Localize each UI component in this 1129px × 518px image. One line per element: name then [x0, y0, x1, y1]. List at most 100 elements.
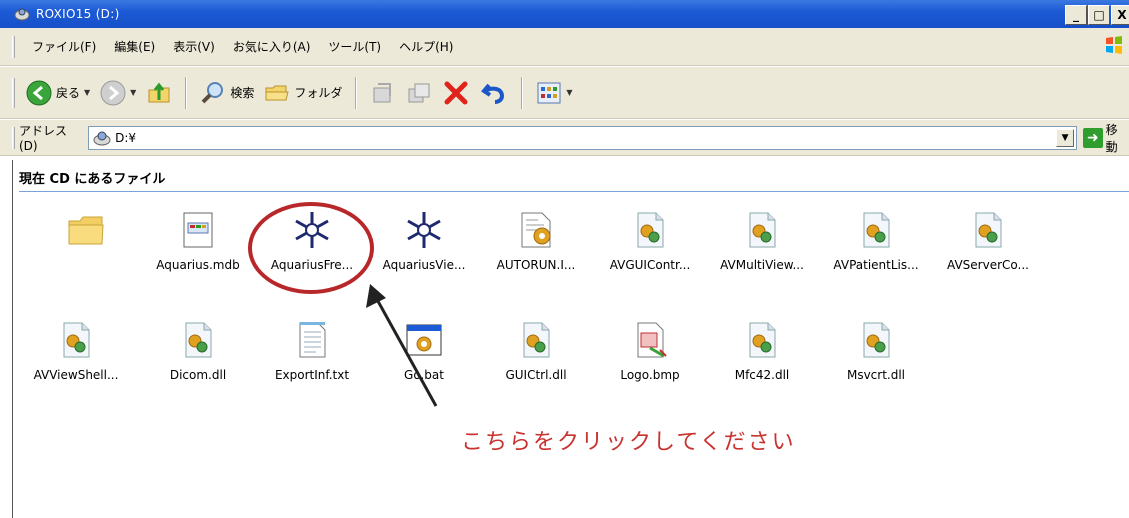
- undo-icon: [481, 83, 505, 104]
- file-item[interactable]: AVPatientLis...: [820, 210, 932, 290]
- address-dropdown-button[interactable]: ▼: [1056, 128, 1075, 147]
- window-title: ROXIO15 (D:): [36, 7, 120, 21]
- address-bar: アドレス(D) D:¥ ▼ ➜ 移動: [0, 120, 1129, 156]
- views-button[interactable]: ▼: [531, 75, 577, 111]
- dll-file-icon: [856, 320, 896, 360]
- close-button[interactable]: X: [1111, 5, 1129, 25]
- menu-help[interactable]: ヘルプ(H): [390, 38, 462, 55]
- menu-view[interactable]: 表示(V): [164, 38, 224, 55]
- toolbar-separator: [521, 76, 524, 109]
- file-name-label: AVServerCo...: [947, 258, 1029, 272]
- dll-file-icon: [516, 320, 556, 360]
- toolbar-separator: [185, 76, 188, 109]
- search-button[interactable]: 検索: [195, 75, 259, 111]
- database-file-icon: [178, 210, 218, 250]
- move-to-icon: [373, 82, 392, 102]
- file-name-label: Msvcrt.dll: [846, 368, 906, 382]
- bitmap-file-icon: [630, 320, 670, 360]
- views-icon: [537, 82, 561, 103]
- menu-edit[interactable]: 編集(E): [105, 38, 164, 55]
- file-item[interactable]: Logo.bmp: [594, 320, 706, 400]
- dll-file-icon: [630, 210, 670, 250]
- file-item[interactable]: AVGUIContr...: [594, 210, 706, 290]
- forward-button[interactable]: ▼: [95, 75, 141, 111]
- file-name-label: AVPatientLis...: [833, 258, 919, 272]
- cd-drive-icon: [14, 8, 30, 21]
- move-to-button[interactable]: [365, 75, 401, 111]
- file-item[interactable]: AVMultiView...: [706, 210, 818, 290]
- copy-to-button[interactable]: [401, 75, 437, 111]
- views-dropdown-icon[interactable]: ▼: [566, 88, 572, 97]
- forward-dropdown-icon[interactable]: ▼: [130, 88, 136, 97]
- address-input[interactable]: D:¥ ▼: [88, 125, 1078, 150]
- address-grip[interactable]: [12, 126, 15, 149]
- menu-tools[interactable]: ツール(T): [319, 38, 390, 55]
- cd-drive-icon: [93, 131, 111, 145]
- dll-file-icon: [856, 210, 896, 250]
- highlight-circle: [248, 202, 374, 294]
- menu-file[interactable]: ファイル(F): [23, 38, 105, 55]
- file-item[interactable]: AVServerCo...: [932, 210, 1044, 290]
- file-item[interactable]: Dicom.dll: [142, 320, 254, 400]
- up-folder-button[interactable]: [141, 75, 177, 111]
- folders-label: フォルダ: [294, 86, 343, 100]
- dll-file-icon: [968, 210, 1008, 250]
- file-name-label: AquariusVie...: [382, 258, 466, 272]
- file-item[interactable]: Aquarius.mdb: [142, 210, 254, 290]
- go-label: 移動: [1105, 122, 1118, 154]
- instruction-annotation: こちらをクリックしてください: [461, 430, 796, 455]
- menu-grip[interactable]: [12, 35, 15, 58]
- folders-icon: [265, 85, 289, 100]
- aquarius-app-icon: [404, 210, 444, 250]
- menu-bar: ファイル(F) 編集(E) 表示(V) お気に入り(A) ツール(T) ヘルプ(…: [0, 28, 1129, 66]
- windows-logo-icon: [1106, 36, 1122, 54]
- maximize-button[interactable]: □: [1088, 5, 1110, 25]
- file-name-label: Dicom.dll: [169, 368, 227, 382]
- go-button[interactable]: ➜ 移動: [1083, 121, 1129, 155]
- copy-to-icon: [408, 83, 430, 102]
- file-name-label: Logo.bmp: [620, 368, 680, 382]
- file-name-label: ExportInf.txt: [274, 368, 350, 382]
- menu-favorites[interactable]: お気に入り(A): [224, 38, 320, 55]
- back-dropdown-icon[interactable]: ▼: [84, 88, 90, 97]
- undo-button[interactable]: [475, 75, 513, 111]
- delete-button[interactable]: [437, 75, 475, 111]
- file-item[interactable]: GUICtrl.dll: [480, 320, 592, 400]
- file-name-label: AVGUIContr...: [609, 258, 691, 272]
- file-item[interactable]: Msvcrt.dll: [820, 320, 932, 400]
- title-bar[interactable]: ROXIO15 (D:) _ □ X: [0, 0, 1129, 28]
- file-item[interactable]: ExportInf.txt: [256, 320, 368, 400]
- config-file-icon: [516, 210, 556, 250]
- pointer-arrow: [366, 284, 438, 407]
- delete-x-icon: [444, 81, 468, 104]
- file-name-label: AVViewShell...: [33, 368, 119, 382]
- standard-toolbar: 戻る ▼ ▼ 検索 フォルダ ▼: [0, 67, 1129, 119]
- file-name-label: Mfc42.dll: [734, 368, 790, 382]
- file-item[interactable]: AVViewShell...: [20, 320, 132, 400]
- address-label: アドレス(D): [18, 124, 67, 153]
- toolbar-grip[interactable]: [12, 77, 15, 108]
- text-file-icon: [292, 320, 332, 360]
- dll-file-icon: [178, 320, 218, 360]
- file-name-label: Aquarius.mdb: [156, 258, 240, 272]
- file-item[interactable]: Mfc42.dll: [706, 320, 818, 400]
- up-folder-icon: [148, 82, 170, 102]
- file-item[interactable]: [30, 210, 142, 290]
- forward-arrow-icon: [100, 80, 126, 105]
- dll-file-icon: [56, 320, 96, 360]
- back-label: 戻る: [56, 86, 81, 100]
- toolbar-separator: [355, 76, 358, 109]
- file-item[interactable]: AUTORUN.I...: [480, 210, 592, 290]
- section-header: 現在 CD にあるファイル: [19, 168, 1129, 192]
- go-arrow-icon: ➜: [1083, 127, 1103, 148]
- dll-file-icon: [742, 320, 782, 360]
- back-button[interactable]: 戻る ▼: [21, 75, 95, 111]
- file-item[interactable]: AquariusVie...: [368, 210, 480, 290]
- file-name-label: AVMultiView...: [720, 258, 804, 272]
- search-icon: [201, 81, 224, 103]
- back-arrow-icon: [26, 80, 52, 105]
- minimize-button[interactable]: _: [1065, 5, 1087, 25]
- folders-button[interactable]: フォルダ: [259, 75, 347, 111]
- file-name-label: AUTORUN.I...: [496, 258, 576, 272]
- window-controls: _ □ X: [1065, 5, 1129, 25]
